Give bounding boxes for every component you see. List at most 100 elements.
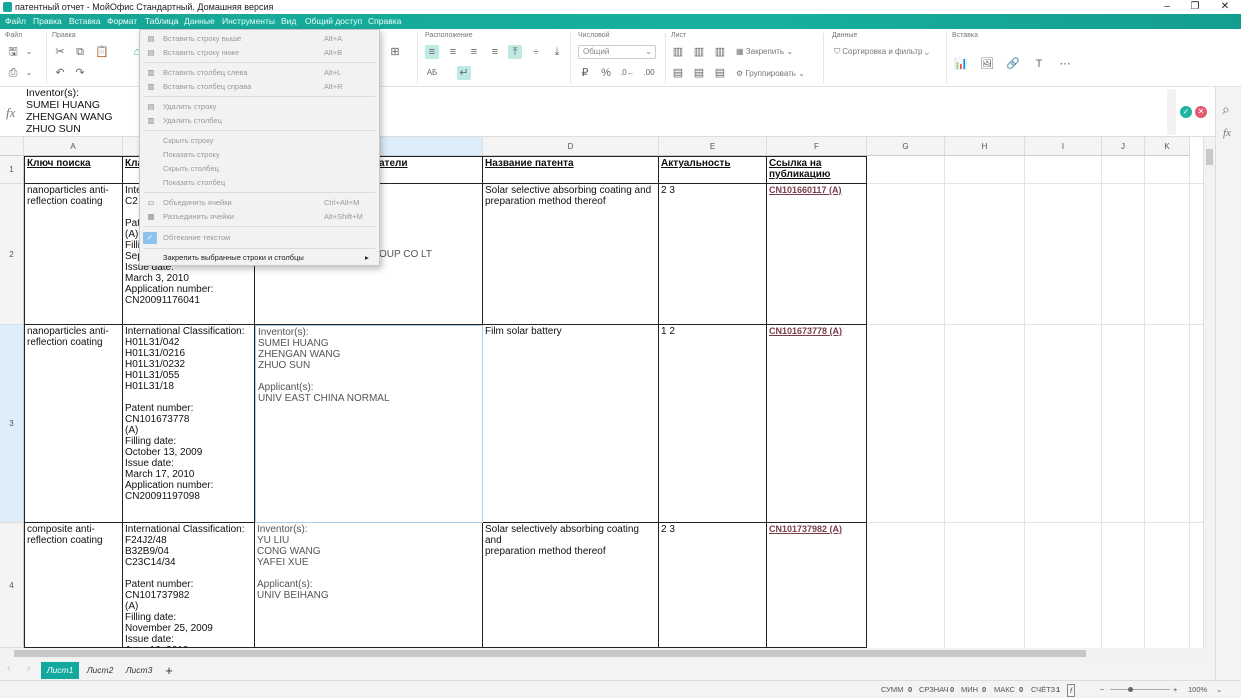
cell-f1[interactable]: Ссылка на публикацию	[767, 156, 867, 184]
function-icon[interactable]: fx	[1223, 127, 1231, 139]
cell-d3[interactable]: Film solar battery	[483, 325, 659, 523]
column-header-a[interactable]: A	[24, 137, 123, 156]
menu-item-unmerge-cells[interactable]: ▦ Разъединить ячейки Alt+Shift+M	[140, 210, 379, 224]
cell-b4[interactable]: International Classification: F24J2/48 B…	[123, 523, 255, 648]
link-icon[interactable]: 🔗	[1006, 57, 1020, 71]
print-icon[interactable]: ⎙	[6, 66, 20, 80]
delete-row-icon[interactable]: ▤	[713, 66, 727, 80]
next-sheet-icon[interactable]: ›	[27, 663, 30, 674]
sort-filter-button[interactable]: ⛉ Сортировка и фильтр ⌄	[834, 47, 929, 57]
currency-icon[interactable]: ₽	[578, 66, 592, 80]
menu-item-merge-cells[interactable]: ▭ Объединить ячейки Ctrl+Alt+M	[140, 196, 379, 210]
number-format-select[interactable]: Общий ⌄	[578, 45, 656, 59]
menu-format[interactable]: Формат	[107, 14, 137, 29]
column-header-d[interactable]: D	[483, 137, 659, 156]
zoom-slider[interactable]	[1110, 689, 1170, 690]
prev-sheet-icon[interactable]: ‹	[7, 663, 10, 674]
menu-tools[interactable]: Инструменты	[222, 14, 275, 29]
text-box-icon[interactable]: T	[1032, 57, 1046, 71]
menu-edit[interactable]: Правка	[33, 14, 62, 29]
menu-item-insert-column-right[interactable]: ▥ Вставить столбец справа Alt+R	[140, 80, 379, 94]
menu-insert[interactable]: Вставка	[69, 14, 101, 29]
align-middle-icon[interactable]: ÷	[529, 45, 543, 59]
cell-e1[interactable]: Актуальность	[659, 156, 767, 184]
cell-d2[interactable]: Solar selective absorbing coating and pr…	[483, 184, 659, 325]
copy-icon[interactable]: ⧉	[73, 45, 87, 59]
column-header-e[interactable]: E	[659, 137, 767, 156]
menu-item-freeze-selected[interactable]: Закрепить выбранные строки и столбцы ▸	[140, 251, 379, 265]
cell-c3-selected[interactable]: Inventor(s): SUMEI HUANG ZHENGAN WANG ZH…	[255, 325, 483, 523]
delete-column-icon[interactable]: ▥	[713, 45, 727, 59]
sheet-tab-2[interactable]: Лист2	[82, 662, 118, 679]
menu-file[interactable]: Файл	[5, 14, 26, 29]
cell-f4[interactable]: CN101737982 (A)	[767, 523, 867, 648]
formula-scrollbar[interactable]	[1167, 89, 1176, 135]
menu-item-hide-row[interactable]: Скрыть строку	[140, 134, 379, 148]
chevron-down-icon[interactable]: ⌄	[22, 45, 36, 59]
percent-icon[interactable]: %	[599, 66, 613, 80]
select-all-corner[interactable]	[0, 137, 24, 156]
text-direction-icon[interactable]: AБ	[425, 66, 439, 80]
insert-row-below-icon[interactable]: ▤	[692, 66, 706, 80]
row-header-1[interactable]: 1	[0, 156, 24, 184]
column-header-f[interactable]: F	[767, 137, 867, 156]
column-header-k[interactable]: K	[1145, 137, 1190, 156]
sheet-tab-3[interactable]: Лист3	[121, 662, 157, 679]
confirm-button[interactable]: ✓	[1180, 106, 1192, 118]
freeze-button[interactable]: ▦ Закрепить ⌄	[736, 47, 793, 56]
menu-view[interactable]: Вид	[281, 14, 296, 29]
insert-row-above-icon[interactable]: ▤	[671, 66, 685, 80]
paste-icon[interactable]: 📋	[95, 45, 109, 59]
menu-item-show-column[interactable]: Показать столбец	[140, 176, 379, 190]
save-icon[interactable]: 🖫	[6, 45, 20, 59]
cell-e4[interactable]: 2 3	[659, 523, 767, 648]
align-top-icon[interactable]: ⤒	[508, 45, 522, 59]
group-button[interactable]: ⚙ Группировать ⌄	[736, 69, 805, 78]
menu-item-hide-column[interactable]: Скрыть столбец	[140, 162, 379, 176]
row-header-4[interactable]: 4	[0, 523, 24, 648]
chevron-down-icon[interactable]: ⌄	[22, 66, 36, 80]
insert-column-right-icon[interactable]: ▥	[692, 45, 706, 59]
horizontal-scroll-thumb[interactable]	[14, 650, 1086, 657]
zoom-out-button[interactable]: −	[1100, 681, 1104, 699]
menu-item-show-row[interactable]: Показать строку	[140, 148, 379, 162]
close-button[interactable]: ✕	[1210, 0, 1240, 14]
zoom-dropdown-icon[interactable]: ⌄	[1216, 681, 1222, 699]
insert-column-left-icon[interactable]: ▥	[671, 45, 685, 59]
menu-item-wrap-text[interactable]: ✓ Обтекание текстом	[140, 231, 379, 245]
align-justify-icon[interactable]: ≡	[488, 45, 502, 59]
menu-item-delete-column[interactable]: ▥ Удалить столбец	[140, 114, 379, 128]
menu-item-insert-row-below[interactable]: ▤ Вставить строку ниже Alt+B	[140, 46, 379, 60]
menu-item-insert-row-above[interactable]: ▤ Вставить строку выше Alt+A	[140, 32, 379, 46]
cell-a1[interactable]: Ключ поиска	[24, 156, 123, 184]
align-center-icon[interactable]: ≡	[446, 45, 460, 59]
menu-data[interactable]: Данные	[184, 14, 215, 29]
menu-item-delete-row[interactable]: ▤ Удалить строку	[140, 100, 379, 114]
cut-icon[interactable]: ✂	[53, 45, 67, 59]
menu-item-insert-column-left[interactable]: ▥ Вставить столбец слева Alt+L	[140, 66, 379, 80]
borders-icon[interactable]: ⊞	[388, 45, 402, 59]
vertical-scrollbar[interactable]	[1203, 137, 1215, 648]
formula-input[interactable]: Inventor(s): SUMEI HUANG ZHENGAN WANG ZH…	[26, 87, 113, 135]
column-header-h[interactable]: H	[945, 137, 1025, 156]
chart-icon[interactable]: 📊	[954, 57, 968, 71]
wrap-text-icon[interactable]: ↵	[457, 66, 471, 80]
cell-e3[interactable]: 1 2	[659, 325, 767, 523]
cell-d4[interactable]: Solar selectively absorbing coating and …	[483, 523, 659, 648]
menu-help[interactable]: Справка	[368, 14, 401, 29]
column-header-g[interactable]: G	[867, 137, 945, 156]
more-icon[interactable]: ⋯	[1058, 57, 1072, 71]
menu-share[interactable]: Общий доступ	[305, 14, 362, 29]
image-icon[interactable]: 🖼	[980, 57, 994, 71]
zoom-in-button[interactable]: +	[1173, 681, 1177, 699]
align-bottom-icon[interactable]: ⤓	[550, 45, 564, 59]
add-sheet-button[interactable]: +	[161, 662, 177, 679]
cancel-button[interactable]: ✕	[1195, 106, 1207, 118]
cell-e2[interactable]: 2 3	[659, 184, 767, 325]
align-left-icon[interactable]: ≡	[425, 45, 439, 59]
sheet-tab-1[interactable]: Лист1	[41, 662, 79, 679]
redo-icon[interactable]: ↷	[73, 66, 87, 80]
increase-decimal-icon[interactable]: .00	[642, 66, 656, 80]
minimize-button[interactable]: –	[1152, 0, 1182, 14]
restore-button[interactable]: ❐	[1180, 0, 1210, 14]
